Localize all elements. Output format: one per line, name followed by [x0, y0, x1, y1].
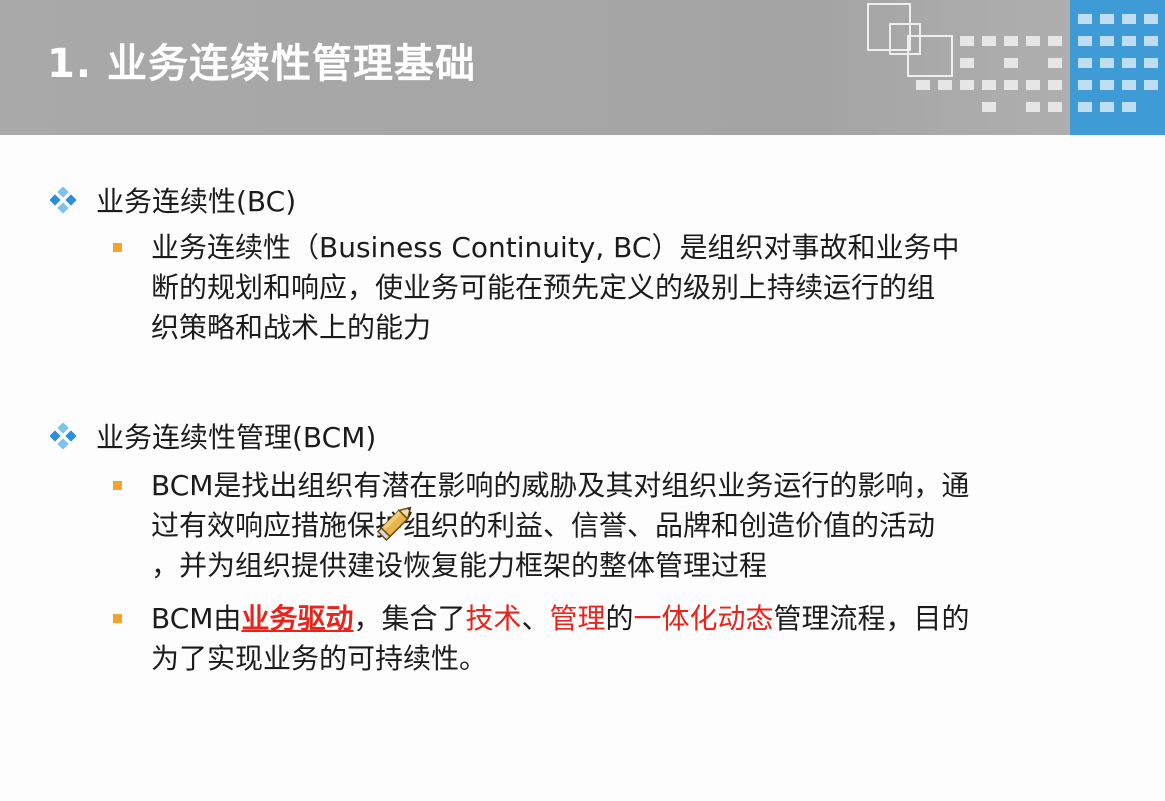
section-heading-text: 业务连续性管理(BCM) — [96, 421, 377, 454]
emphasis-management: 管理 — [549, 602, 606, 635]
paragraph-line: 业务连续性（Business Continuity, BC）是组织对事故和业务中 — [151, 231, 960, 264]
square-bullet-icon — [113, 481, 122, 490]
text-run: ，集合了 — [353, 602, 466, 635]
paragraph-line: 过有效响应措施保护组织的利益、信誉、品牌和创造价值的活动 — [151, 509, 936, 542]
slide-content: 业务连续性(BC) 业务连续性（Business Continuity, BC）… — [0, 0, 1165, 801]
text-run: BCM由 — [151, 602, 242, 635]
section-heading-text: 业务连续性(BC) — [96, 185, 297, 218]
paragraph-line: ，并为组织提供建设恢复能力框架的整体管理过程 — [151, 549, 768, 582]
emphasis-technology: 技术 — [465, 602, 522, 635]
section-heading-bcm: 业务连续性管理(BCM) — [50, 416, 376, 456]
emphasis-integrated-dynamic: 一体化动态 — [633, 602, 774, 635]
pencil-cursor-icon — [376, 506, 412, 542]
diamond-bullet-icon — [50, 423, 76, 449]
bc-definition-paragraph: 业务连续性（Business Continuity, BC）是组织对事故和业务中… — [151, 228, 1151, 348]
text-run: 、 — [521, 602, 550, 635]
diamond-bullet-icon — [50, 187, 76, 213]
square-bullet-icon — [113, 614, 122, 623]
text-run: 的 — [605, 602, 634, 635]
paragraph-line: 为了实现业务的可持续性。 — [151, 642, 488, 675]
paragraph-line: 断的规划和响应，使业务可能在预先定义的级别上持续运行的组 — [151, 271, 936, 304]
square-bullet-icon — [113, 243, 122, 252]
section-heading-bc: 业务连续性(BC) — [50, 180, 296, 220]
paragraph-line: BCM由业务驱动，集合了技术、管理的一体化动态管理流程，目的 — [151, 599, 1151, 639]
paragraph-line: BCM是找出组织有潜在影响的威胁及其对组织业务运行的影响，通 — [151, 469, 970, 502]
paragraph-line: 织策略和战术上的能力 — [151, 311, 432, 344]
text-run: 管理流程，目的 — [773, 602, 970, 635]
bcm-driver-paragraph: BCM由业务驱动，集合了技术、管理的一体化动态管理流程，目的 为了实现业务的可持… — [151, 599, 1151, 679]
bcm-definition-paragraph: BCM是找出组织有潜在影响的威胁及其对组织业务运行的影响，通 过有效响应措施保护… — [151, 466, 1151, 586]
emphasis-business-driven: 业务驱动 — [241, 602, 354, 635]
